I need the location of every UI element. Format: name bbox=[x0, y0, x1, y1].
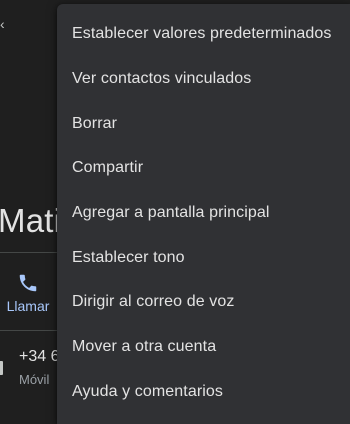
menu-item-help-and-feedback[interactable]: Ayuda y comentarios bbox=[57, 370, 350, 415]
call-button[interactable]: Llamar bbox=[0, 262, 56, 314]
phone-icon bbox=[0, 361, 3, 375]
menu-item-share[interactable]: Compartir bbox=[57, 146, 350, 191]
overflow-menu: Establecer valores predeterminados Ver c… bbox=[57, 4, 350, 424]
phone-icon bbox=[19, 274, 37, 292]
menu-item-move-to-another-account[interactable]: Mover a otra cuenta bbox=[57, 325, 350, 370]
phone-type: Móvil bbox=[19, 372, 50, 387]
menu-item-view-linked-contacts[interactable]: Ver contactos vinculados bbox=[57, 57, 350, 102]
menu-item-set-defaults[interactable]: Establecer valores predeterminados bbox=[57, 12, 350, 57]
back-arrow-icon[interactable]: ‹ bbox=[0, 17, 6, 31]
menu-item-delete[interactable]: Borrar bbox=[57, 101, 350, 146]
phone-number: +34 6 bbox=[19, 348, 60, 365]
call-button-label: Llamar bbox=[6, 298, 50, 314]
menu-item-set-ringtone[interactable]: Establecer tono bbox=[57, 235, 350, 280]
menu-item-route-to-voicemail[interactable]: Dirigir al correo de voz bbox=[57, 280, 350, 325]
menu-item-add-to-home-screen[interactable]: Agregar a pantalla principal bbox=[57, 191, 350, 236]
